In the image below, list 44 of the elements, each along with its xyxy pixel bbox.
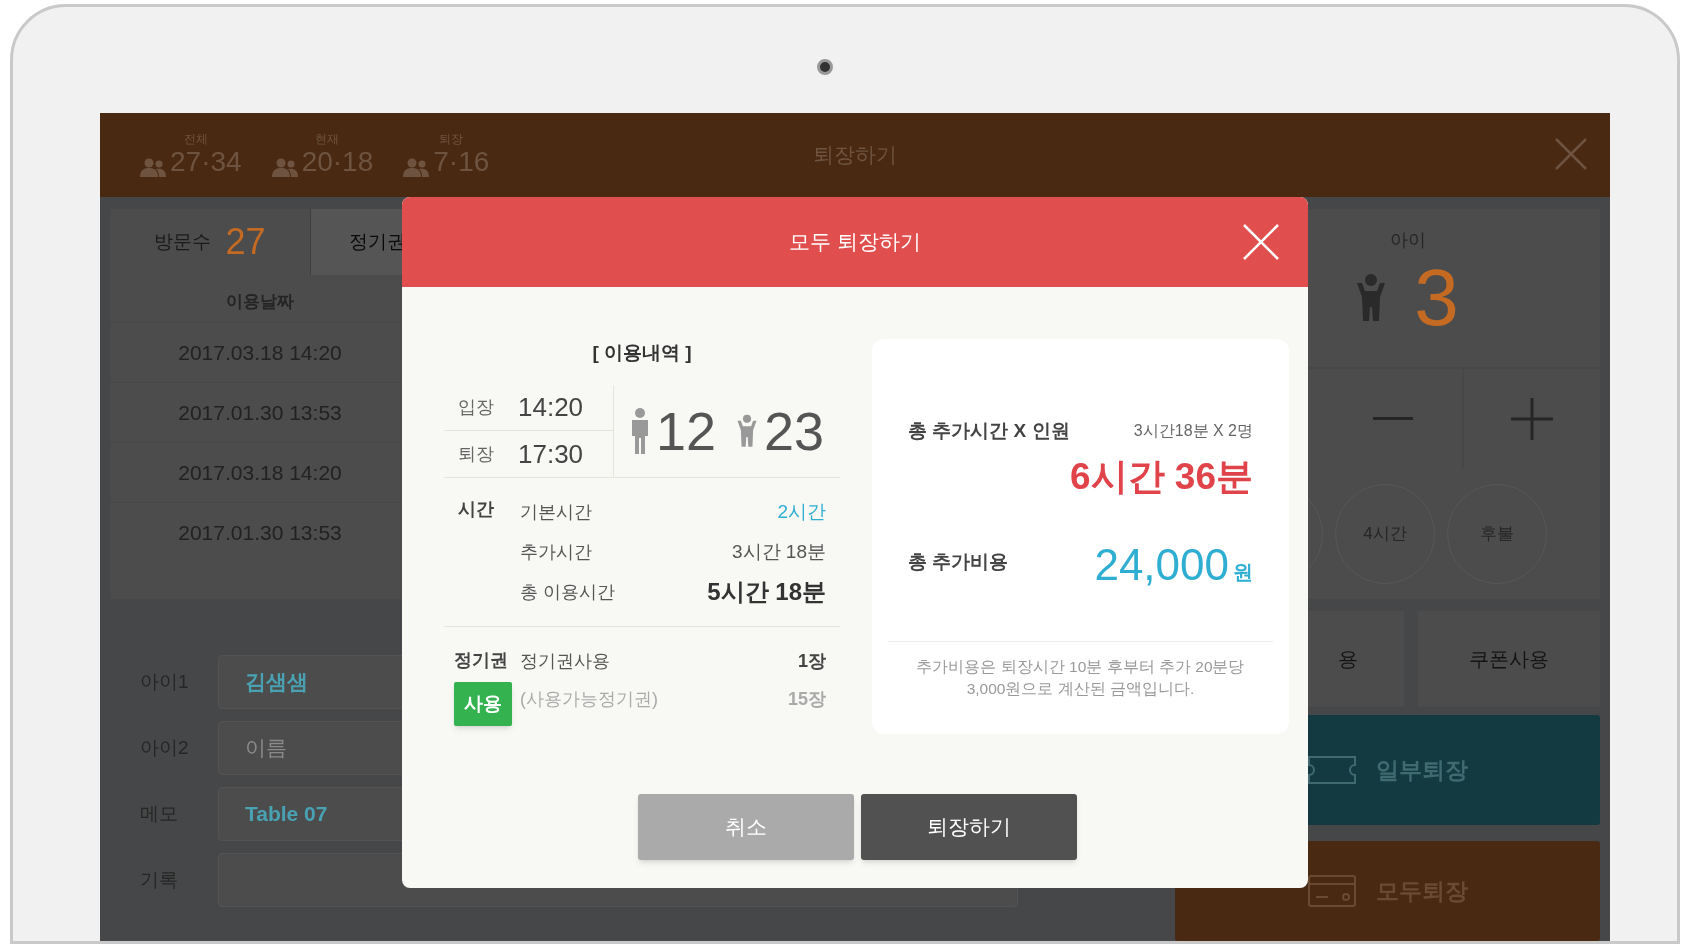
time-value: 3시간 18분	[732, 540, 826, 565]
action-button[interactable]: 쿠폰사용	[1417, 610, 1600, 707]
time-label: 총 이용시간	[520, 580, 615, 604]
pass-count: 15장	[787, 687, 826, 711]
cost-value: 24,000	[1094, 538, 1229, 591]
exit-time: 17:30	[518, 437, 584, 471]
exit-label: 퇴장	[458, 442, 494, 466]
ticket-icon	[1307, 755, 1356, 784]
currency-label: 원	[1233, 559, 1253, 585]
child-count: 23	[764, 401, 825, 462]
people-icon	[271, 157, 298, 178]
child-icon	[736, 414, 758, 449]
counter-value: 3	[1414, 253, 1459, 342]
pass-label: (사용가능정기권)	[520, 687, 658, 711]
child-icon	[1356, 272, 1387, 323]
modal-title: 모두 퇴장하기	[789, 229, 921, 256]
entry-time: 14:20	[518, 391, 584, 425]
time-value: 2시간	[777, 500, 826, 525]
use-button[interactable]: 사용	[454, 682, 512, 727]
adult-icon	[629, 408, 650, 455]
people-icon	[140, 157, 166, 178]
time-label: 기본시간	[520, 500, 592, 524]
section-label: 정기권	[454, 649, 509, 673]
section-title: [ 이용내역 ]	[591, 340, 693, 365]
time-label: 추가시간	[520, 540, 592, 564]
pass-label: 정기권사용	[520, 649, 610, 673]
cancel-button[interactable]: 취소	[638, 793, 854, 860]
card-icon	[1307, 874, 1356, 907]
summary-label: 총 추가시간 X 인원	[908, 418, 1070, 443]
entry-label: 입장	[458, 396, 494, 420]
adult-count: 12	[655, 401, 716, 462]
fee-note: 추가비용은 퇴장시간 10분 후부터 추가 20분당 3,000원으로 계산된 금액입니다.	[915, 656, 1246, 699]
extra-time-value: 6시간 36분	[1070, 455, 1253, 500]
camera-icon	[817, 58, 833, 75]
summary-label: 총 추가비용	[908, 550, 1009, 575]
section-label: 시간	[457, 498, 495, 522]
minus-icon	[1373, 417, 1414, 421]
visit-count: 27	[225, 219, 266, 264]
summary-formula: 3시간18분 X 2명	[1133, 421, 1253, 442]
plus-icon	[1510, 397, 1553, 440]
confirm-button[interactable]: 퇴장하기	[861, 793, 1077, 860]
time-value: 5시간 18분	[707, 577, 826, 608]
people-icon	[403, 157, 430, 178]
pass-count: 1장	[798, 649, 826, 673]
